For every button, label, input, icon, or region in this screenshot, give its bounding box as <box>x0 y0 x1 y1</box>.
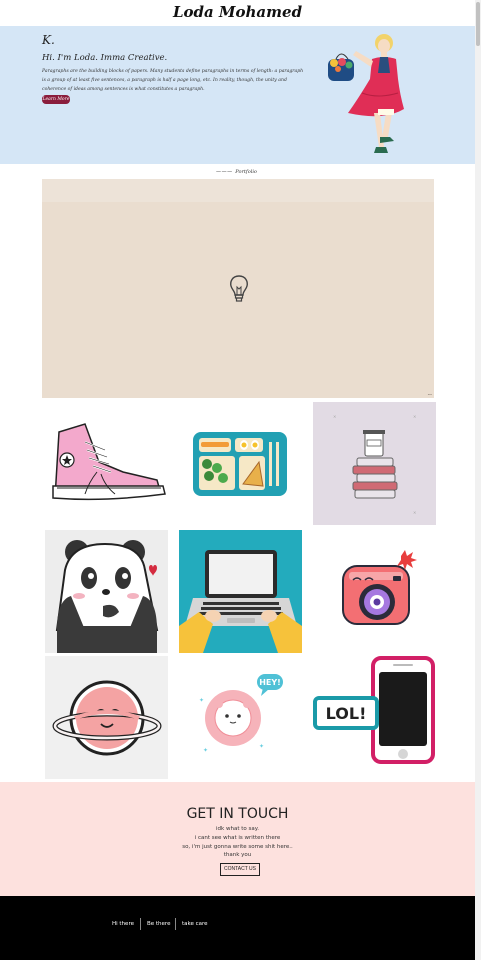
portfolio-item-coffee-books[interactable]: ✕ ✕ ✕ <box>313 402 436 525</box>
girl-illustration <box>328 34 404 153</box>
lightbulb-icon <box>230 275 248 302</box>
portfolio-item-camera[interactable] <box>313 530 436 653</box>
hero-section: K. Hi. I'm Loda. Imma Creative. Paragrap… <box>0 26 475 164</box>
site-footer: Hi there Be there take care <box>0 896 475 960</box>
lunch-tray-icon <box>193 432 287 496</box>
contact-line: thank you <box>223 852 252 858</box>
hey-speech-text: HEY! <box>259 678 281 687</box>
phone-lol-icon: LOL! <box>313 656 435 764</box>
contact-line: idk what to say. <box>216 826 259 832</box>
learn-more-button[interactable]: Learn More <box>42 95 70 104</box>
planet-icon <box>52 680 162 756</box>
footer-divider <box>140 918 141 930</box>
laptop-icon <box>179 550 302 653</box>
portfolio-item-lunch-tray[interactable] <box>179 402 302 525</box>
lion-icon: HEY! ✦ ✦ ✦ <box>199 674 283 754</box>
portfolio-label: Portfolio <box>235 169 257 175</box>
hero-paragraph: Paragraphs are the building blocks of pa… <box>42 69 304 92</box>
svg-text:✦: ✦ <box>203 747 208 754</box>
contact-section: GET IN TOUCH idk what to say. i cant see… <box>0 782 475 896</box>
lol-speech-text: LOL! <box>326 704 367 723</box>
contact-us-button[interactable]: CONTACT US <box>220 863 260 876</box>
feature-caption: ▪▪▪ <box>427 394 432 396</box>
footer-link-take-care[interactable]: take care <box>182 921 208 927</box>
site-title[interactable]: Loda Mohamed <box>0 0 475 24</box>
page-scrollbar[interactable] <box>475 0 481 960</box>
portfolio-item-phone-lol[interactable]: LOL! <box>313 656 436 779</box>
portfolio-item-sneaker[interactable] <box>45 402 168 525</box>
portfolio-item-laptop[interactable] <box>179 530 302 653</box>
hero-initial: K. <box>42 33 55 47</box>
scroll-thumb[interactable] <box>476 2 480 46</box>
svg-text:✕: ✕ <box>333 414 336 419</box>
contact-line: so, i'm just gonna write some shit here.… <box>182 844 293 850</box>
footer-divider <box>175 918 176 930</box>
svg-text:✦: ✦ <box>259 743 264 750</box>
sneaker-icon <box>52 423 166 501</box>
contact-line: i cant see what is written there <box>194 835 281 841</box>
svg-text:✕: ✕ <box>413 414 416 419</box>
footer-link-be-there[interactable]: Be there <box>147 921 170 927</box>
svg-text:✦: ✦ <box>199 697 204 704</box>
panda-icon <box>55 540 159 653</box>
portfolio-feature-banner[interactable]: ▪▪▪ <box>42 179 434 398</box>
contact-heading: GET IN TOUCH <box>186 806 289 822</box>
portfolio-dash-decoration: — — — <box>216 169 232 175</box>
coffee-books-icon: ✕ ✕ ✕ <box>333 414 416 515</box>
hero-heading: Hi. I'm Loda. Imma Creative. <box>42 53 168 63</box>
svg-text:✕: ✕ <box>413 510 416 515</box>
footer-link-hi-there[interactable]: Hi there <box>112 921 134 927</box>
portfolio-item-panda[interactable] <box>45 530 168 653</box>
site-header: Loda Mohamed <box>0 0 475 26</box>
portfolio-item-lion[interactable]: HEY! ✦ ✦ ✦ <box>179 656 302 779</box>
portfolio-item-planet[interactable] <box>45 656 168 779</box>
portfolio-heading: — — — Portfolio <box>216 167 257 177</box>
camera-icon <box>342 550 417 625</box>
feature-top-strip <box>42 179 434 202</box>
